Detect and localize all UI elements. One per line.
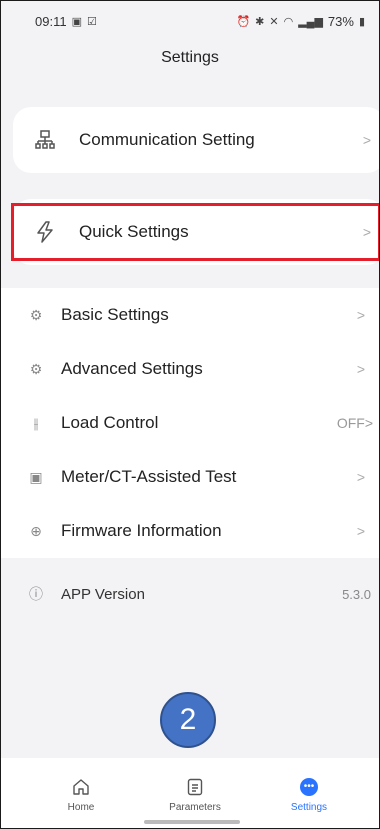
lightning-icon [33, 221, 57, 243]
chevron-right-icon: > [356, 469, 365, 485]
basic-settings-item[interactable]: ⚙ Basic Settings > [1, 288, 379, 342]
info-icon: ⓘ [29, 586, 43, 602]
step-badge: 2 [160, 692, 216, 748]
check-icon: ☑ [86, 15, 97, 28]
settings-list: ⚙ Basic Settings > ⚙ Advanced Settings >… [1, 288, 379, 558]
advanced-gear-icon: ⚙ [29, 360, 43, 377]
upload-icon: ⊕ [30, 522, 42, 539]
app-frame: 09:11 ▣ ☑ ⏰ ✱ ✕ ◠ ▂▄▆ 73% ▮ Settings Com… [0, 0, 380, 829]
battery-percent: 73% [327, 13, 354, 29]
chevron-right-icon: > [362, 132, 371, 148]
bluetooth-icon: ✱ [255, 15, 265, 28]
app-version-value: 5.3.0 [342, 586, 371, 602]
status-right: ⏰ ✱ ✕ ◠ ▂▄▆ 73% ▮ [236, 14, 365, 29]
chevron-right-icon: > [362, 224, 371, 240]
app-version-row: ⓘ APP Version 5.3.0 [1, 572, 379, 616]
battery-icon: ▮ [358, 15, 365, 28]
network-icon [33, 130, 57, 150]
bottom-tab-bar: Home Parameters ••• Settings [1, 758, 379, 828]
quick-settings-card[interactable]: Quick Settings > [13, 199, 379, 265]
meter-ct-test-label: Meter/CT-Assisted Test [61, 467, 237, 486]
chevron-right-icon: > [356, 361, 365, 377]
status-time: 09:11 [35, 13, 67, 29]
status-left: 09:11 ▣ ☑ [35, 14, 97, 29]
basic-settings-label: Basic Settings [61, 305, 169, 324]
tab-settings[interactable]: ••• Settings [269, 758, 349, 828]
app-version-label: APP Version [61, 585, 145, 603]
chevron-right-icon: > [356, 523, 365, 539]
home-indicator [144, 820, 240, 824]
load-control-item[interactable]: ⫲ Load Control OFF> [1, 396, 379, 450]
advanced-settings-item[interactable]: ⚙ Advanced Settings > [1, 342, 379, 396]
communication-setting-label: Communication Setting [79, 130, 255, 149]
tab-settings-icon-slot: ••• [300, 776, 318, 798]
page-title: Settings [161, 49, 219, 66]
quick-settings-label: Quick Settings [79, 222, 189, 241]
more-dots-icon: ••• [300, 778, 318, 796]
communication-setting-card[interactable]: Communication Setting > [13, 107, 379, 173]
tab-home-label: Home [67, 802, 95, 813]
advanced-settings-label: Advanced Settings [61, 359, 203, 378]
meter-test-icon: ▣ [29, 468, 43, 485]
firmware-information-item[interactable]: ⊕ Firmware Information > [1, 504, 379, 558]
load-control-label: Load Control [61, 413, 159, 432]
tab-parameters-label: Parameters [169, 802, 221, 813]
tab-parameters[interactable]: Parameters [155, 758, 235, 828]
document-icon [187, 776, 203, 798]
home-icon [72, 776, 90, 798]
chevron-right-icon: > [356, 307, 365, 323]
alarm-icon: ⏰ [236, 15, 251, 28]
mute-icon: ✕ [269, 15, 279, 28]
sliders-icon: ⫲ [33, 414, 39, 431]
wifi-icon: ◠ [283, 15, 294, 28]
tab-home[interactable]: Home [41, 758, 121, 828]
signal-icon: ▂▄▆ [298, 15, 323, 28]
status-bar: 09:11 ▣ ☑ ⏰ ✱ ✕ ◠ ▂▄▆ 73% ▮ [1, 1, 379, 41]
gear-icon: ⚙ [29, 306, 43, 323]
load-control-value: OFF> [336, 415, 373, 431]
tab-settings-label: Settings [290, 802, 328, 813]
meter-ct-test-item[interactable]: ▣ Meter/CT-Assisted Test > [1, 450, 379, 504]
firmware-information-label: Firmware Information [61, 521, 222, 540]
gallery-icon: ▣ [71, 15, 82, 28]
